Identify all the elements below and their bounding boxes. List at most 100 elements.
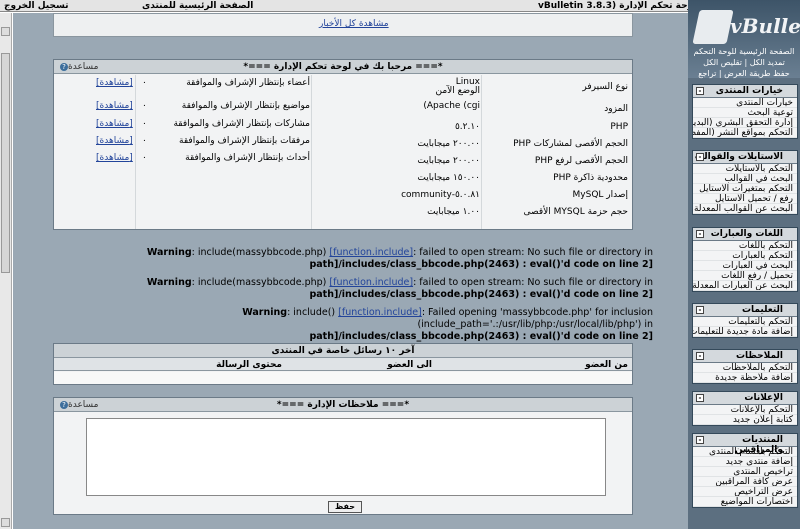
nav-group-header[interactable]: - الملاحظات	[693, 350, 797, 363]
nav-item[interactable]: اختصارات المواضيع	[693, 497, 797, 507]
table-row: الحجم الأقصى لرفع PHP ٢٠٠.٠٠ ميجابايت أح…	[54, 153, 632, 170]
nav-group-header[interactable]: - التعليمات	[693, 304, 797, 317]
nav-item[interactable]: التحكم باللغات	[693, 241, 797, 251]
nav-item[interactable]: خيارات المنتدى	[693, 98, 797, 108]
nav-item[interactable]: التحكم بمواقع النشر (المفضلة)	[693, 128, 797, 138]
nav-group-styles: - الاستايلات والقوالب التحكم بالاستايلات …	[692, 150, 798, 215]
view-pending-attachments-link[interactable]: [مشاهدة]	[96, 136, 133, 146]
nav-item[interactable]: كتابة إعلان جديد	[693, 415, 797, 425]
nav-item[interactable]: البحث عن القوالب المعدلة	[693, 204, 797, 214]
view-pending-users-link[interactable]: [مشاهدة]	[96, 78, 133, 88]
collapse-icon[interactable]: -	[696, 394, 704, 402]
mysql-packet-value: ١.٠٠ ميجابايت	[427, 207, 480, 217]
php-post-max-label: الحجم الأقصى لمشاركات PHP	[513, 139, 628, 149]
nav-group-header[interactable]: - اللغات والعبارات	[693, 228, 797, 241]
nav-item[interactable]: عرض كافة المراقبين	[693, 477, 797, 487]
admin-notes-textarea[interactable]	[86, 418, 606, 496]
help-button[interactable]: مساعدة?	[58, 400, 98, 410]
view-pending-events-link[interactable]: [مشاهدة]	[96, 153, 133, 163]
navigation-sidebar: vBulletin الصفحة الرئيسية للوحة التحكم ت…	[688, 0, 800, 529]
cp-home-link[interactable]: الصفحة الرئيسية للوحة التحكم	[690, 46, 798, 57]
server-value: (Apache (cgi	[423, 101, 480, 111]
logout-link[interactable]: تسجيل الخروج	[4, 1, 69, 11]
table-row: الحجم الأقصى لمشاركات PHP ٢٠٠.٠٠ ميجاباي…	[54, 136, 632, 153]
php-upload-max-value: ٢٠٠.٠٠ ميجابايت	[417, 156, 480, 166]
nav-item[interactable]: التحكم بالاستايلات	[693, 164, 797, 174]
nav-item[interactable]: إضافة منتدى جديد	[693, 457, 797, 467]
nav-group-header[interactable]: - الاستايلات والقوالب	[693, 151, 797, 164]
collapse-icon[interactable]: -	[696, 436, 704, 444]
nav-item[interactable]: البحث عن العبارات المعدلة	[693, 281, 797, 291]
welcome-panel-header: *=== مرحبا بك في لوحة تحكم الإدارة ===* …	[54, 60, 632, 74]
help-label: مساعدة	[68, 400, 99, 410]
function-include-link[interactable]: [function.include]	[338, 307, 422, 318]
nav-group-header[interactable]: - المنتديات والمراقبين	[693, 434, 797, 455]
view-pending-threads-link[interactable]: [مشاهدة]	[96, 101, 133, 111]
scroll-thumb[interactable]	[1, 53, 10, 273]
pending-posts-count: ٠	[142, 119, 147, 129]
notes-panel-title: *=== ملاحظات الإدارة ===*	[276, 400, 410, 410]
collapse-icon[interactable]: -	[696, 352, 704, 360]
table-row: إصدار MySQL community-٥.٠.٨١	[54, 187, 632, 204]
nav-item[interactable]: البحث في القوالب	[693, 174, 797, 184]
admin-notes-panel: *=== ملاحظات الإدارة ===* مساعدة? حفظ	[53, 397, 633, 515]
nav-item[interactable]: التحكم بالإعلانات	[693, 405, 797, 415]
nav-item[interactable]: إضافة ملاحظة جديدة	[693, 373, 797, 383]
nav-item[interactable]: التحكم بالتعليمات	[693, 317, 797, 327]
collapse-icon[interactable]: -	[696, 153, 704, 161]
table-row: PHP ٥.٢.١٠ مشاركات بإنتظار الإشراف والمو…	[54, 119, 632, 136]
table-row: محدودية ذاكرة PHP ١٥٠.٠٠ ميجابايت	[54, 170, 632, 187]
server-label: المزود	[604, 104, 628, 114]
nav-item[interactable]: تراخيص المنتدى	[693, 467, 797, 477]
scroll-up-icon[interactable]	[1, 27, 10, 36]
to-user-column: الى العضو	[387, 360, 432, 370]
mysql-packet-label: حجم حزمة MYSQL الأقصى	[523, 207, 628, 217]
nav-item[interactable]: التحكم بالملاحظات	[693, 363, 797, 373]
warning-path: path]/includes/class_bbcode.php(2463) : …	[309, 259, 653, 270]
help-label: مساعدة	[68, 62, 99, 72]
mysql-version-label: إصدار MySQL	[572, 190, 628, 200]
scroll-down-icon[interactable]	[1, 518, 10, 527]
save-view-link[interactable]: حفظ طريقة العرض | تراجع	[690, 68, 798, 79]
function-include-link[interactable]: [function.include]	[329, 277, 413, 288]
save-button[interactable]: حفظ	[328, 501, 362, 513]
pm-table-header: من العضو الى العضو محتوى الرسالة	[54, 358, 632, 371]
welcome-panel: *=== مرحبا بك في لوحة تحكم الإدارة ===* …	[53, 59, 633, 230]
nav-item[interactable]: التحكم بمتغيرات الاستايل	[693, 184, 797, 194]
nav-group-header[interactable]: - خيارات المنتدى	[693, 85, 797, 98]
view-pending-posts-link[interactable]: [مشاهدة]	[96, 119, 133, 129]
nav-item[interactable]: البحث في العبارات	[693, 261, 797, 271]
warning-prefix: Warning	[242, 307, 288, 318]
forum-home-link[interactable]: الصفحة الرئيسية للمنتدى	[142, 1, 253, 11]
help-icon: ?	[60, 63, 68, 71]
help-button[interactable]: مساعدة?	[58, 62, 98, 72]
collapse-icon[interactable]: -	[696, 230, 704, 238]
nav-group-title: خيارات المنتدى	[715, 86, 783, 96]
nav-item[interactable]: رفع / تحميل الاستايل	[693, 194, 797, 204]
collapse-icon[interactable]: -	[696, 306, 704, 314]
vertical-scrollbar[interactable]	[0, 13, 12, 529]
nav-item[interactable]: عرض التراخيص	[693, 487, 797, 497]
nav-group-notices: - الملاحظات التحكم بالملاحظات إضافة ملاحظ…	[692, 349, 798, 384]
table-row: حجم حزمة MYSQL الأقصى ١.٠٠ ميجابايت	[54, 204, 632, 221]
warning-prefix: Warning	[146, 277, 192, 288]
pending-threads-count: ٠	[142, 101, 147, 111]
notes-panel-header: *=== ملاحظات الإدارة ===* مساعدة?	[54, 398, 632, 412]
function-include-link[interactable]: [function.include]	[329, 247, 413, 258]
expand-collapse-all-link[interactable]: تمديد الكل | تقليص الكل	[690, 57, 798, 68]
table-row: نوع السيرفر Linux الوضع الآمن أعضاء بإنت…	[54, 78, 632, 96]
from-user-column: من العضو	[585, 360, 628, 370]
pending-events-count: ٠	[142, 153, 147, 163]
nav-item[interactable]: توعية البحث	[693, 108, 797, 118]
pending-events-label: أحداث بإنتظار الإشراف والموافقة	[185, 153, 310, 163]
nav-group-header[interactable]: - الإعلانات	[693, 392, 797, 405]
nav-item[interactable]: إضافة مادة جديدة للتعليمات	[693, 327, 797, 337]
nav-group-title: الملاحظات	[735, 351, 783, 361]
nav-item[interactable]: التحكم بالعبارات	[693, 251, 797, 261]
sidebar-links: الصفحة الرئيسية للوحة التحكم تمديد الكل …	[690, 46, 798, 79]
nav-item[interactable]: إدارة التحقق البشري (البديل)	[693, 118, 797, 128]
nav-item[interactable]: تحميل / رفع اللغات	[693, 271, 797, 281]
view-all-news-link[interactable]: مشاهدة كل الأخبار	[319, 19, 389, 29]
php-memory-label: محدودية ذاكرة PHP	[553, 173, 628, 183]
collapse-icon[interactable]: -	[696, 87, 704, 95]
